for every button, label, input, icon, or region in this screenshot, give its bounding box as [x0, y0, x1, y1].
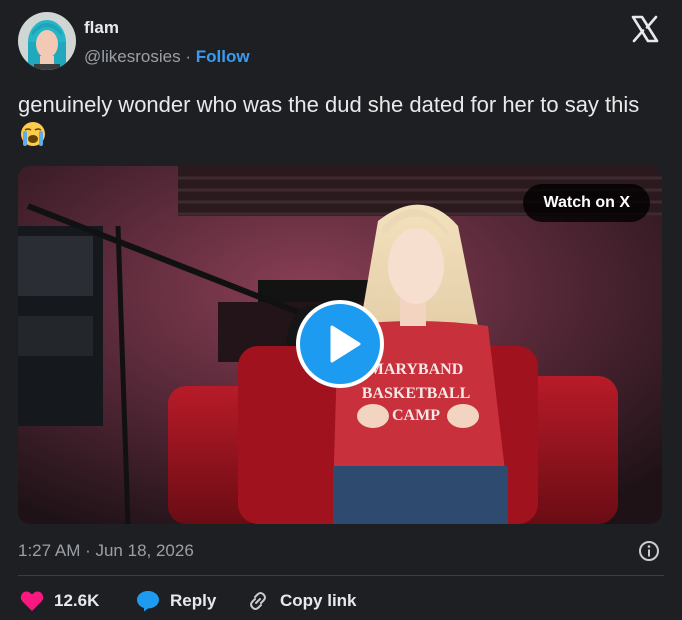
- reply-bubble-icon: [137, 591, 159, 612]
- follow-button[interactable]: Follow: [196, 47, 250, 66]
- handle-separator: ·: [185, 47, 192, 66]
- shirt-text-line-2: BASKETBALL: [362, 385, 470, 402]
- like-count: 12.6K: [54, 591, 100, 610]
- tweet-card: flam @likesrosies · Follow genuinely won…: [0, 0, 682, 620]
- video-player[interactable]: MARYBAND BASKETBALL CAMP Watch on X: [18, 166, 662, 524]
- x-logo-icon[interactable]: [630, 14, 660, 44]
- avatar-image: [18, 12, 76, 70]
- crying-face-emoji-icon: [19, 120, 47, 148]
- author-avatar[interactable]: [18, 12, 76, 70]
- copy-link-button[interactable]: Copy link: [246, 588, 357, 614]
- shirt-text-line-1: MARYBAND: [369, 361, 464, 378]
- copy-link-label: Copy link: [280, 591, 357, 610]
- play-button[interactable]: [296, 300, 384, 388]
- tweet-text: genuinely wonder who was the dud she dat…: [18, 90, 658, 150]
- divider: [18, 575, 664, 576]
- info-icon[interactable]: [638, 540, 660, 562]
- link-icon: [250, 592, 266, 610]
- author-meta: @likesrosies · Follow: [84, 47, 250, 67]
- reply-button[interactable]: Reply: [136, 588, 216, 614]
- author-name[interactable]: flam: [84, 18, 119, 38]
- shirt-text-line-3: CAMP: [392, 407, 440, 424]
- heart-icon: [20, 591, 44, 611]
- reply-label: Reply: [170, 591, 217, 610]
- play-icon: [330, 325, 361, 363]
- tweet-text-content: genuinely wonder who was the dud she dat…: [18, 92, 640, 117]
- author-handle[interactable]: @likesrosies: [84, 47, 181, 66]
- watch-on-x-button[interactable]: Watch on X: [523, 184, 650, 222]
- tweet-timestamp[interactable]: 1:27 AM · Jun 18, 2026: [18, 541, 194, 561]
- like-button[interactable]: 12.6K: [20, 588, 99, 614]
